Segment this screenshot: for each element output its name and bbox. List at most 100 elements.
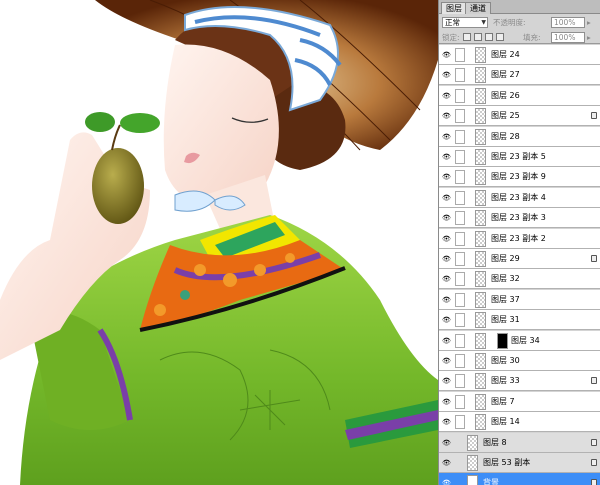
visibility-eye-icon[interactable]: 👁 bbox=[442, 459, 451, 467]
visibility-eye-icon[interactable]: 👁 bbox=[442, 316, 451, 324]
fill-field[interactable]: 100% bbox=[551, 32, 585, 43]
visibility-eye-icon[interactable]: 👁 bbox=[442, 92, 451, 100]
kiwi-leaf-left bbox=[85, 112, 115, 132]
visibility-eye-icon[interactable]: 👁 bbox=[442, 71, 451, 79]
layer-name: 图层 25 bbox=[491, 111, 520, 121]
visibility-eye-icon[interactable]: 👁 bbox=[442, 275, 451, 283]
layer-row[interactable]: 👁 图层 33 bbox=[439, 371, 600, 392]
layer-row[interactable]: 👁 图层 23 副本 9 bbox=[439, 167, 600, 188]
layer-thumbnail bbox=[475, 373, 486, 390]
layer-name: 图层 23 副本 4 bbox=[491, 192, 546, 202]
layer-row[interactable]: 👁 图层 23 副本 2 bbox=[439, 228, 600, 249]
tab-channels[interactable]: 通道 bbox=[465, 2, 491, 14]
link-cell[interactable] bbox=[455, 109, 465, 124]
layer-row[interactable]: 👁 背景 bbox=[439, 473, 600, 485]
visibility-eye-icon[interactable]: 👁 bbox=[442, 377, 451, 385]
layer-thumbnail bbox=[467, 475, 478, 485]
layer-name: 图层 23 副本 2 bbox=[491, 233, 546, 243]
link-cell[interactable] bbox=[455, 394, 465, 409]
layer-row[interactable]: 👁 图层 7 bbox=[439, 391, 600, 412]
layer-row[interactable]: 👁 图层 27 bbox=[439, 65, 600, 86]
layer-name: 背景 bbox=[483, 478, 499, 485]
lock-transparency-icon[interactable] bbox=[463, 33, 471, 41]
link-cell[interactable] bbox=[455, 354, 465, 368]
visibility-eye-icon[interactable]: 👁 bbox=[442, 51, 451, 59]
layer-thumbnail bbox=[467, 434, 478, 451]
link-cell[interactable] bbox=[455, 68, 465, 83]
layer-row[interactable]: 👁 图层 23 副本 3 bbox=[439, 208, 600, 229]
link-cell[interactable] bbox=[455, 211, 465, 226]
layer-row[interactable]: 👁 图层 23 副本 5 bbox=[439, 147, 600, 167]
layer-row[interactable]: 👁 图层 30 bbox=[439, 351, 600, 371]
layers-list: 👁 图层 24 👁 图层 27 👁 图层 26 👁 图层 25 👁 图层 28 👁 图层 23 副本 … bbox=[439, 45, 600, 485]
visibility-eye-icon[interactable]: 👁 bbox=[442, 398, 451, 406]
layer-row[interactable]: 👁 图层 34 bbox=[439, 330, 600, 351]
layer-row[interactable]: 👁 图层 8 bbox=[439, 432, 600, 453]
link-cell[interactable] bbox=[455, 252, 465, 266]
lock-image-icon[interactable] bbox=[474, 33, 482, 41]
visibility-eye-icon[interactable]: 👁 bbox=[442, 296, 451, 304]
layer-row[interactable]: 👁 图层 28 bbox=[439, 126, 600, 147]
layer-row[interactable]: 👁 图层 14 bbox=[439, 412, 600, 433]
link-cell[interactable] bbox=[455, 150, 465, 164]
layer-thumbnail bbox=[475, 271, 486, 288]
layer-row[interactable]: 👁 图层 37 bbox=[439, 289, 600, 310]
fill-arrow-icon[interactable]: ▸ bbox=[587, 33, 591, 42]
link-cell[interactable] bbox=[455, 170, 465, 185]
link-cell[interactable] bbox=[455, 374, 465, 389]
layer-row[interactable]: 👁 图层 24 bbox=[439, 45, 600, 65]
lock-position-icon[interactable] bbox=[485, 33, 493, 41]
visibility-eye-icon[interactable]: 👁 bbox=[442, 479, 451, 485]
link-cell[interactable] bbox=[455, 88, 465, 103]
lock-all-icon[interactable] bbox=[496, 33, 504, 41]
opacity-value: 100% bbox=[554, 18, 576, 27]
document-canvas[interactable] bbox=[0, 0, 438, 485]
layer-name: 图层 32 bbox=[491, 274, 520, 284]
layer-thumbnail bbox=[475, 291, 486, 308]
link-cell[interactable] bbox=[455, 190, 465, 205]
link-cell[interactable] bbox=[455, 231, 465, 246]
visibility-eye-icon[interactable]: 👁 bbox=[442, 337, 451, 345]
layer-row[interactable]: 👁 图层 25 bbox=[439, 106, 600, 127]
layer-row[interactable]: 👁 图层 31 bbox=[439, 310, 600, 331]
layer-row[interactable]: 👁 图层 26 bbox=[439, 85, 600, 106]
layer-row[interactable]: 👁 图层 32 bbox=[439, 269, 600, 290]
layer-name: 图层 28 bbox=[491, 131, 520, 141]
link-cell[interactable] bbox=[455, 292, 465, 307]
visibility-eye-icon[interactable]: 👁 bbox=[442, 235, 451, 243]
visibility-eye-icon[interactable]: 👁 bbox=[442, 173, 451, 181]
lock-icon bbox=[591, 438, 597, 446]
opacity-arrow-icon[interactable]: ▸ bbox=[587, 18, 591, 27]
link-cell[interactable] bbox=[455, 129, 465, 144]
visibility-eye-icon[interactable]: 👁 bbox=[442, 133, 451, 141]
layer-row[interactable]: 👁 图层 53 副本 bbox=[439, 453, 600, 473]
layer-thumbnail bbox=[475, 169, 486, 186]
blend-options-row: 正常 ▼ 不透明度: 100% ▸ bbox=[439, 15, 600, 29]
layer-row[interactable]: 👁 图层 29 bbox=[439, 249, 600, 269]
opacity-field[interactable]: 100% bbox=[551, 17, 585, 28]
blend-mode-select[interactable]: 正常 ▼ bbox=[442, 17, 488, 28]
visibility-eye-icon[interactable]: 👁 bbox=[442, 255, 451, 263]
visibility-eye-icon[interactable]: 👁 bbox=[442, 439, 451, 447]
layer-name: 图层 33 bbox=[491, 376, 520, 386]
layer-thumbnail bbox=[475, 149, 486, 165]
link-cell[interactable] bbox=[455, 333, 465, 348]
visibility-eye-icon[interactable]: 👁 bbox=[442, 418, 451, 426]
tab-layers[interactable]: 图层 bbox=[441, 2, 467, 14]
link-cell[interactable] bbox=[455, 272, 465, 287]
lock-icon bbox=[591, 112, 597, 120]
layer-thumbnail bbox=[475, 251, 486, 267]
visibility-eye-icon[interactable]: 👁 bbox=[442, 194, 451, 202]
visibility-eye-icon[interactable]: 👁 bbox=[442, 153, 451, 161]
link-cell[interactable] bbox=[455, 313, 465, 328]
layers-panel: 图层 通道 正常 ▼ 不透明度: 100% ▸ 锁定: 填充: 100% ▸ 👁… bbox=[438, 0, 600, 485]
visibility-eye-icon[interactable]: 👁 bbox=[442, 214, 451, 222]
link-cell[interactable] bbox=[455, 48, 465, 62]
opacity-label: 不透明度: bbox=[493, 18, 526, 27]
layer-row[interactable]: 👁 图层 23 副本 4 bbox=[439, 187, 600, 208]
visibility-eye-icon[interactable]: 👁 bbox=[442, 112, 451, 120]
layer-name: 图层 8 bbox=[483, 437, 507, 447]
link-cell[interactable] bbox=[455, 415, 465, 430]
layer-thumbnail bbox=[467, 455, 478, 471]
visibility-eye-icon[interactable]: 👁 bbox=[442, 357, 451, 365]
